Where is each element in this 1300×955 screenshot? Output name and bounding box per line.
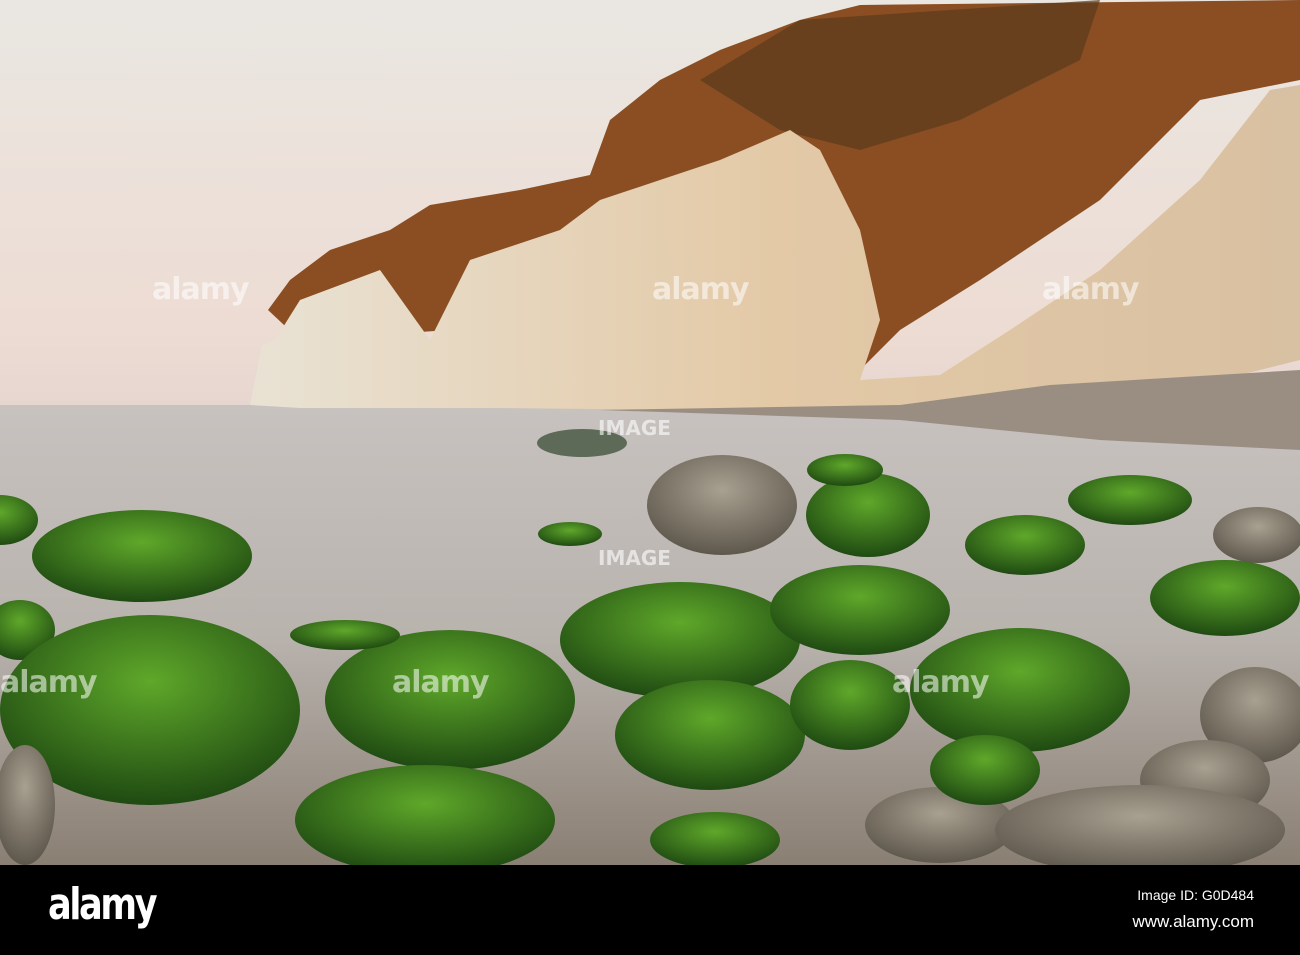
watermark: alamy bbox=[652, 272, 750, 307]
watermark: alamy bbox=[892, 665, 990, 700]
watermark-small: IMAGE bbox=[598, 416, 671, 440]
watermark: alamy bbox=[152, 272, 250, 307]
footer-bar: alamy Image ID: G0D484 www.alamy.com bbox=[0, 865, 1300, 955]
site-url: www.alamy.com bbox=[1132, 912, 1254, 931]
image-id: Image ID: G0D484 bbox=[1137, 887, 1254, 903]
watermark: alamy bbox=[392, 665, 490, 700]
watermark: alamy bbox=[1042, 272, 1140, 307]
alamy-logo: alamy bbox=[48, 879, 158, 930]
watermark: alamy bbox=[0, 665, 98, 700]
watermark-small: IMAGE bbox=[598, 546, 671, 570]
stock-photo-page: alamy alamy alamy alamy alamy alamy IMAG… bbox=[0, 0, 1300, 955]
